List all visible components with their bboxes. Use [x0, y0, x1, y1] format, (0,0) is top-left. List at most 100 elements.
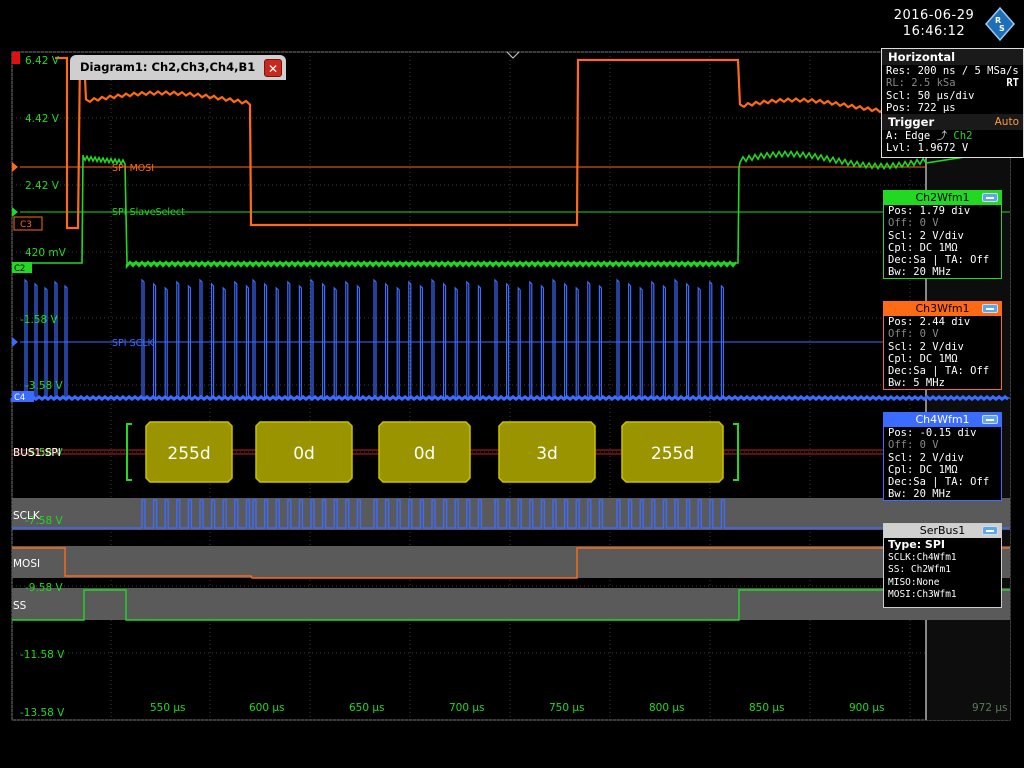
- decoded-byte-value: 255d: [167, 444, 210, 464]
- horizontal-trigger-panel[interactable]: Horizontal Res: 200 ns / 5 MSa/s RL: 2.5…: [881, 48, 1024, 158]
- ch4-scl: Scl: 2 V/div: [888, 451, 964, 464]
- svg-text:S: S: [999, 24, 1005, 33]
- ch4-panel[interactable]: Ch4Wfm1 Pos: -0.15 div Off: 0 V Scl: 2 V…: [883, 412, 1002, 501]
- serbus-sclk: SCLK:Ch4Wfm1: [888, 552, 957, 563]
- minimize-icon[interactable]: [982, 193, 998, 202]
- ch4-dec: Dec:Sa | TA: Off: [888, 476, 990, 489]
- ch2-noise-band: [125, 260, 737, 270]
- ch2-scl: Scl: 2 V/div: [888, 229, 964, 242]
- ch2-panel-header: Ch2Wfm1: [884, 191, 1001, 205]
- ch3-panel[interactable]: Ch3Wfm1 Pos: 2.44 div Off: 0 V Scl: 2 V/…: [883, 301, 1002, 390]
- ch4-off: Off: 0 V: [888, 439, 939, 452]
- time-label-end: 972 µs: [972, 702, 1008, 714]
- ch2-pos: Pos: 1.79 div: [888, 205, 971, 217]
- time-label: 600 µs: [249, 702, 285, 714]
- ch4-bw: Bw: 20 MHz: [888, 488, 952, 501]
- ch2-dec: Dec:Sa | TA: Off: [888, 254, 990, 267]
- time-label: 750 µs: [549, 702, 585, 714]
- ch3-pos: Pos: 2.44 div: [888, 316, 971, 328]
- horizontal-scl: Scl: 50 µs/div: [886, 89, 975, 102]
- time-label: 700 µs: [449, 702, 485, 714]
- decoded-byte-value: 255d: [651, 444, 694, 464]
- decoded-byte-value: 0d: [414, 444, 436, 464]
- ch4-cpl: Cpl: DC 1MΩ: [888, 463, 958, 476]
- ch2-panel[interactable]: Ch2Wfm1 Pos: 1.79 div Off: 0 V Scl: 2 V/…: [883, 190, 1002, 279]
- serbus-mosi: MOSI:Ch3Wfm1: [888, 588, 957, 600]
- top-left-marker: [12, 52, 20, 64]
- rising-edge-icon: ⤴: [936, 130, 948, 143]
- c4-tag-label: C4: [14, 393, 25, 403]
- bus-label: BUS1:SPI: [13, 447, 61, 459]
- minimize-icon[interactable]: [982, 526, 998, 535]
- trigger-mode: Auto: [994, 116, 1019, 129]
- c3-tag-label: C3: [20, 220, 32, 230]
- voltage-label: -1.58 V: [20, 314, 59, 326]
- horizontal-rl-row: RL: 2.5 kSa RT: [882, 77, 1023, 89]
- close-icon: ✕: [267, 62, 279, 76]
- diagram-tab[interactable]: Diagram1: Ch2,Ch3,Ch4,B1: [70, 55, 286, 80]
- ch2-cpl: Cpl: DC 1MΩ: [888, 241, 958, 254]
- label-spi-sclk: SPI SCLK: [112, 338, 155, 349]
- bus-ss-band: [12, 588, 1010, 620]
- time-label: 900 µs: [849, 702, 885, 714]
- bus-ss-label: SS: [13, 600, 27, 612]
- voltage-label: 6.42 V: [25, 55, 60, 67]
- ch3-panel-header: Ch3Wfm1: [884, 302, 1001, 316]
- trigger-source: Ch2: [953, 130, 973, 143]
- trigger-header: Trigger Auto: [882, 114, 1023, 131]
- ch4-panel-header: Ch4Wfm1: [884, 413, 1001, 427]
- serbus-panel[interactable]: SerBus1 Type: SPI SCLK:Ch4Wfm1 SS: Ch2Wf…: [883, 523, 1002, 608]
- bus-sclk-label: SCLK: [13, 510, 41, 522]
- voltage-label: -13.58 V: [20, 707, 65, 719]
- time-text: 16:46:12: [902, 24, 966, 39]
- voltage-label: 420 mV: [25, 247, 67, 259]
- time-label: 650 µs: [349, 702, 385, 714]
- decoded-byte-value: 3d: [536, 444, 558, 464]
- ch2-title: Ch2Wfm1: [915, 191, 970, 204]
- ch3-dec: Dec:Sa | TA: Off: [888, 365, 990, 378]
- voltage-label: -3.58 V: [25, 380, 64, 392]
- horizontal-res: Res: 200 ns / 5 MSa/s: [886, 65, 1019, 77]
- trigger-level: Lvl: 1.9672 V: [886, 142, 969, 155]
- time-scale: 550 µs 600 µs 650 µs 700 µs 750 µs 800 µs 850 …: [150, 702, 1008, 714]
- ch2-off: Off: 0 V: [888, 217, 939, 230]
- label-spi-mosi: SPI MOSI: [112, 163, 154, 174]
- waveform-display[interactable]: 255d 0d 0d 3d 255d 6.42 V 4.42 V 2.42 V 420 mV -…: [0, 0, 1024, 768]
- horizontal-rl: RL: 2.5 kSa: [886, 77, 956, 90]
- time-label: 800 µs: [649, 702, 685, 714]
- trigger-title: Trigger: [888, 115, 935, 130]
- horizontal-pos: Pos: 722 µs: [886, 101, 956, 114]
- ch2-bw: Bw: 20 MHz: [888, 266, 952, 279]
- label-spi-slaveselect: SPI SlaveSelect: [112, 207, 185, 218]
- serbus-type: Type: SPI: [888, 538, 946, 551]
- minimize-icon[interactable]: [982, 304, 998, 313]
- ch3-cpl: Cpl: DC 1MΩ: [888, 352, 958, 365]
- serbus-miso: MISO:None: [888, 576, 940, 588]
- voltage-label: -11.58 V: [20, 649, 65, 661]
- ch4-title: Ch4Wfm1: [915, 413, 970, 426]
- datetime: 2016-06-29 16:46:12: [884, 8, 984, 40]
- ch3-bw: Bw: 5 MHz: [888, 377, 945, 390]
- trigger-type: A: Edge: [886, 130, 931, 143]
- minimize-icon[interactable]: [982, 415, 998, 424]
- decoded-byte-value: 0d: [293, 444, 315, 464]
- voltage-label: 4.42 V: [25, 113, 60, 125]
- serbus-ss: SS: Ch2Wfm1: [888, 564, 951, 576]
- voltage-label: 2.42 V: [25, 180, 60, 192]
- ch3-scl: Scl: 2 V/div: [888, 340, 964, 353]
- horizontal-title: Horizontal: [882, 49, 1023, 65]
- horizontal-rt: RT: [1006, 77, 1019, 90]
- ch4-pos: Pos: -0.15 div: [888, 427, 977, 439]
- bus-sclk-band: [12, 498, 1010, 530]
- diagram-close-button[interactable]: ✕: [264, 59, 282, 77]
- serbus-title: SerBus1: [919, 524, 966, 537]
- rohde-schwarz-logo-icon: R S: [985, 6, 1015, 42]
- voltage-label: -9.58 V: [25, 582, 64, 594]
- c2-tag-label: C2: [14, 264, 25, 274]
- trigger-line-a: A: Edge ⤴ Ch2: [882, 130, 1023, 142]
- bus-mosi-label: MOSI: [13, 558, 40, 570]
- decoded-bytes: 255d 0d 0d 3d 255d: [145, 421, 724, 483]
- diagram-title: Diagram1: Ch2,Ch3,Ch4,B1: [80, 60, 256, 74]
- date-text: 2016-06-29: [893, 8, 975, 23]
- serbus-panel-header: SerBus1: [884, 524, 1001, 538]
